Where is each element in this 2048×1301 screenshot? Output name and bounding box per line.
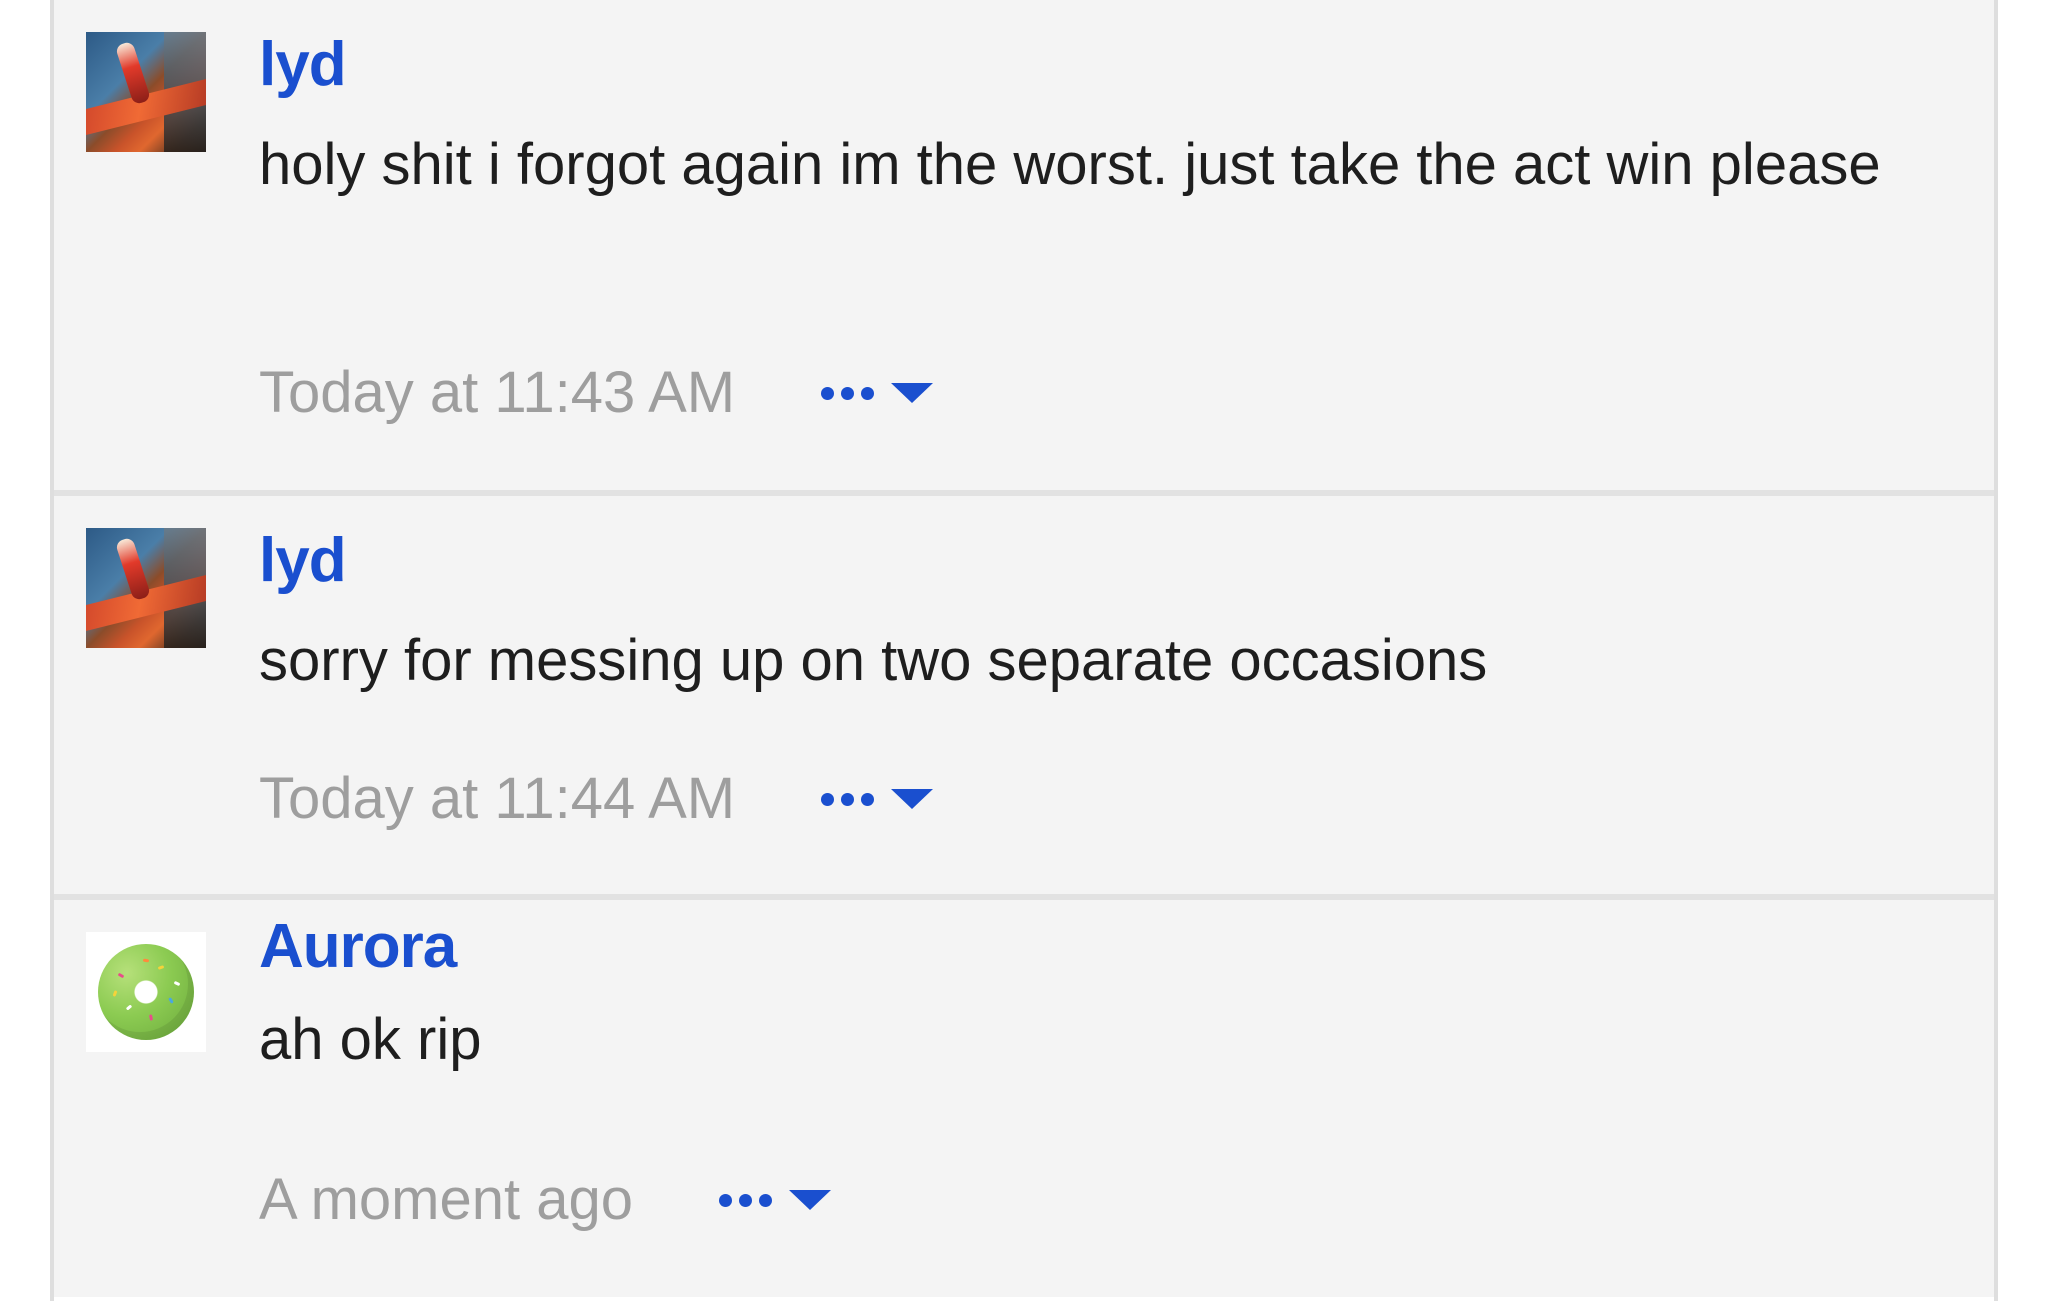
message-item: lyd sorry for messing up on two separate… — [54, 496, 1994, 894]
message-item: Aurora ah ok rip A moment ago — [54, 900, 1994, 1297]
chevron-down-icon — [891, 383, 934, 403]
rollercoaster-photo-avatar — [86, 528, 206, 648]
message-body: holy shit i forgot again im the worst. j… — [259, 132, 1881, 197]
avatar[interactable] — [86, 932, 206, 1052]
message-item: lyd holy shit i forgot again im the wors… — [54, 0, 1994, 490]
avatar[interactable] — [86, 528, 206, 648]
more-options-icon — [821, 792, 881, 806]
message-body: sorry for messing up on two separate occ… — [259, 628, 1488, 693]
message-body: ah ok rip — [259, 1007, 482, 1072]
message-username[interactable]: lyd — [259, 526, 347, 596]
avatar[interactable] — [86, 32, 206, 152]
more-options-button[interactable] — [719, 1160, 831, 1240]
message-meta: Today at 11:44 AM — [259, 759, 934, 839]
message-username[interactable]: lyd — [259, 30, 347, 100]
rollercoaster-photo-avatar — [86, 32, 206, 152]
message-timestamp: A moment ago — [259, 1167, 633, 1232]
message-meta: Today at 11:43 AM — [259, 353, 934, 433]
green-donut-avatar — [86, 932, 206, 1052]
more-options-icon — [719, 1193, 779, 1207]
message-timestamp: Today at 11:43 AM — [259, 360, 736, 425]
message-thread: lyd holy shit i forgot again im the wors… — [0, 0, 2048, 1301]
message-timestamp: Today at 11:44 AM — [259, 766, 736, 831]
chevron-down-icon — [891, 789, 934, 809]
more-options-icon — [821, 386, 881, 400]
more-options-button[interactable] — [821, 759, 934, 839]
more-options-button[interactable] — [821, 353, 934, 433]
message-meta: A moment ago — [259, 1160, 831, 1240]
message-username[interactable]: Aurora — [259, 912, 457, 982]
chevron-down-icon — [789, 1190, 831, 1210]
